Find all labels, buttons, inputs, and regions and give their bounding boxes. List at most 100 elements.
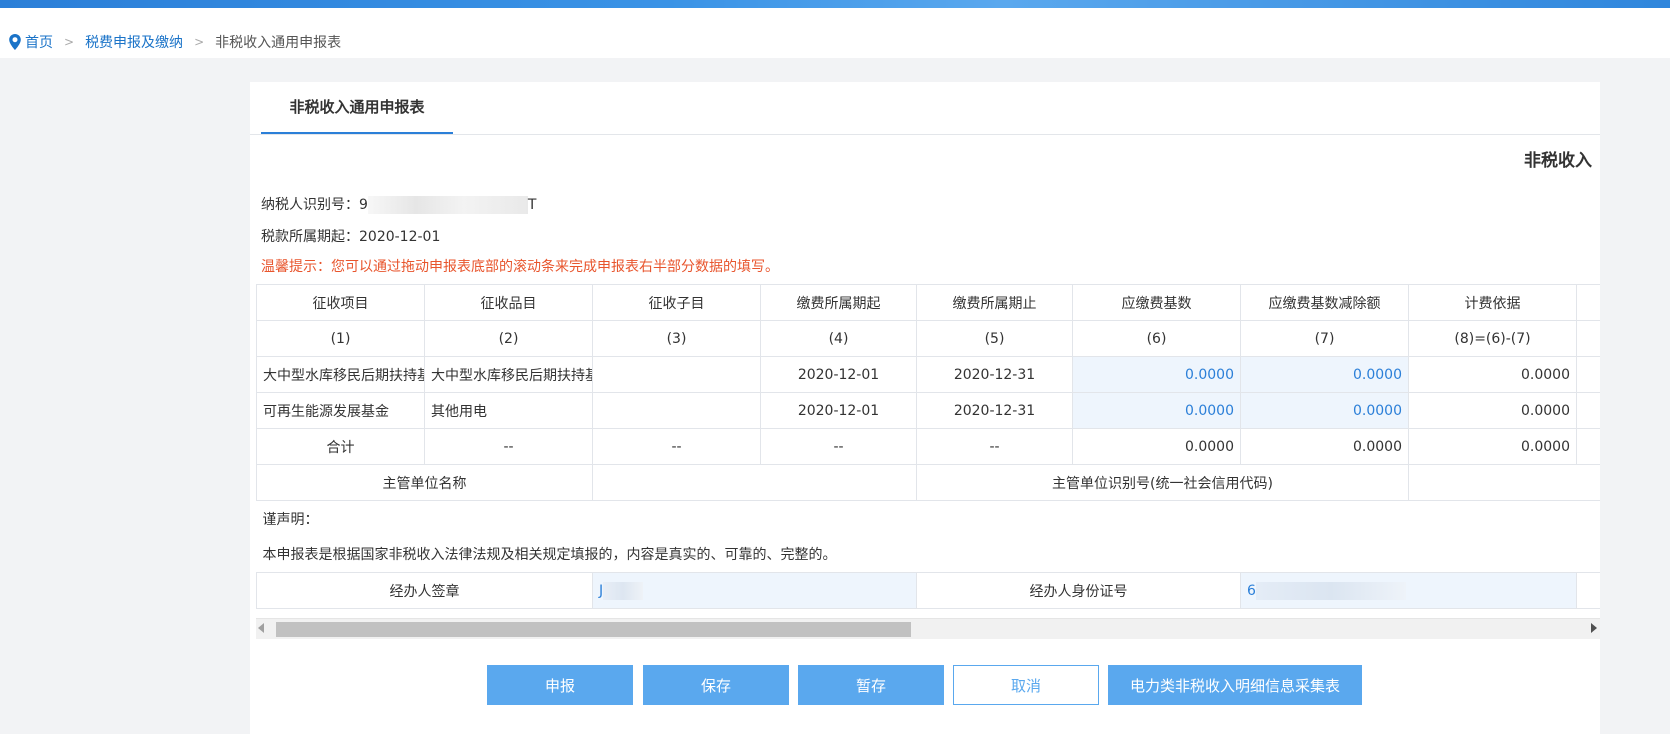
breadcrumb-separator: > bbox=[194, 35, 205, 49]
authority-id-label: 主管单位识别号(统一社会信用代码) bbox=[916, 464, 1409, 501]
levy-subitem-cell bbox=[592, 356, 761, 393]
payable-base-input[interactable]: 0.0000 bbox=[1072, 392, 1241, 429]
declaration-table: 征收项目 征收品目 征收子目 缴费所属期起 缴费所属期止 应缴费基数 应缴费基数… bbox=[256, 284, 1600, 609]
header-cell-overflow bbox=[1576, 284, 1600, 321]
overflow-cell bbox=[1576, 392, 1600, 429]
col-number-cell-overflow bbox=[1576, 320, 1600, 357]
base-deduction-input[interactable]: 0.0000 bbox=[1240, 356, 1409, 393]
agent-sign-input[interactable]: J bbox=[592, 572, 917, 609]
authority-id-value[interactable] bbox=[1408, 464, 1600, 501]
authority-row: 主管单位名称 主管单位识别号(统一社会信用代码) bbox=[256, 464, 1600, 501]
form-panel: 非税收入通用申报表 非税收入 纳税人识别号：9 T 税款所属期起：2020-12-… bbox=[250, 82, 1600, 734]
levy-category-cell: 其他用电 bbox=[424, 392, 593, 429]
col-number-cell: (6) bbox=[1072, 320, 1241, 357]
declaration-text-row: 本申报表是根据国家非税收入法律法规及相关规定填报的，内容是真实的、可靠的、完整的… bbox=[256, 536, 1600, 573]
header-cell: 征收子目 bbox=[592, 284, 761, 321]
total-label-cell: 合计 bbox=[256, 428, 425, 465]
tip-message: 温馨提示：您可以通过拖动申报表底部的滚动条来完成申报表右半部分数据的填写。 bbox=[261, 259, 779, 275]
header-cell: 缴费所属期起 bbox=[760, 284, 917, 321]
total-payable-base: 0.0000 bbox=[1072, 428, 1241, 465]
period-start-cell: 2020-12-01 bbox=[760, 392, 917, 429]
agent-id-prefix: 6 bbox=[1247, 582, 1256, 599]
header-cell: 应缴费基数减除额 bbox=[1240, 284, 1409, 321]
taxpayer-id-row: 纳税人识别号：9 T bbox=[261, 194, 536, 214]
charge-basis-cell: 0.0000 bbox=[1408, 392, 1577, 429]
declaration-title-row: 谨声明： bbox=[257, 501, 1601, 537]
breadcrumb-current: 非税收入通用申报表 bbox=[215, 35, 342, 51]
scroll-left-arrow-icon[interactable] bbox=[258, 623, 264, 633]
agent-sign-label: 经办人签章 bbox=[256, 572, 593, 609]
col-number-cell: (3) bbox=[592, 320, 761, 357]
header-cell: 征收品目 bbox=[424, 284, 593, 321]
overflow-cell bbox=[1576, 572, 1600, 609]
taxpayer-id-label: 纳税人识别号： bbox=[261, 197, 359, 213]
col-number-cell: (1) bbox=[256, 320, 425, 357]
breadcrumb-separator: > bbox=[64, 35, 75, 49]
charge-basis-cell: 0.0000 bbox=[1408, 356, 1577, 393]
top-banner bbox=[0, 0, 1670, 8]
column-number-row: (1) (2) (3) (4) (5) (6) (7) (8)=(6)-(7) bbox=[256, 320, 1600, 357]
header-cell: 应缴费基数 bbox=[1072, 284, 1241, 321]
base-deduction-input[interactable]: 0.0000 bbox=[1240, 392, 1409, 429]
overflow-cell bbox=[1576, 356, 1600, 393]
period-end-cell: 2020-12-31 bbox=[916, 392, 1073, 429]
breadcrumb: 首页 > 税费申报及缴纳 > 非税收入通用申报表 bbox=[8, 32, 341, 52]
taxpayer-id-prefix: 9 bbox=[359, 197, 368, 213]
total-base-deduction: 0.0000 bbox=[1240, 428, 1409, 465]
power-detail-form-button[interactable]: 电力类非税收入明细信息采集表 bbox=[1108, 665, 1362, 705]
col-number-cell: (2) bbox=[424, 320, 593, 357]
total-cell: -- bbox=[592, 428, 761, 465]
col-number-cell: (8)=(6)-(7) bbox=[1408, 320, 1577, 357]
table-row: 大中型水库移民后期扶持基金 大中型水库移民后期扶持基金 2020-12-01 2… bbox=[256, 356, 1600, 393]
location-pin-icon bbox=[9, 34, 21, 50]
levy-subitem-cell bbox=[592, 392, 761, 429]
declaration-table-viewport: 征收项目 征收品目 征收子目 缴费所属期起 缴费所属期止 应缴费基数 应缴费基数… bbox=[256, 284, 1600, 618]
levy-item-cell: 可再生能源发展基金 bbox=[256, 392, 425, 429]
total-cell: -- bbox=[424, 428, 593, 465]
total-cell: -- bbox=[760, 428, 917, 465]
table-row: 可再生能源发展基金 其他用电 2020-12-01 2020-12-31 0.0… bbox=[256, 392, 1600, 429]
scroll-right-arrow-icon[interactable] bbox=[1591, 623, 1597, 633]
agent-id-input[interactable]: 6 bbox=[1240, 572, 1577, 609]
period-end-cell: 2020-12-31 bbox=[916, 356, 1073, 393]
header-cell: 计费依据 bbox=[1408, 284, 1577, 321]
header-cell: 缴费所属期止 bbox=[916, 284, 1073, 321]
cancel-button[interactable]: 取消 bbox=[953, 665, 1099, 705]
declaration-title: 谨声明： bbox=[262, 511, 319, 528]
overflow-cell bbox=[1576, 428, 1600, 465]
period-value: 2020-12-01 bbox=[359, 229, 441, 245]
period-label: 税款所属期起： bbox=[261, 229, 359, 245]
breadcrumb-bar: 首页 > 税费申报及缴纳 > 非税收入通用申报表 bbox=[0, 8, 1670, 58]
col-number-cell: (4) bbox=[760, 320, 917, 357]
agent-id-label: 经办人身份证号 bbox=[916, 572, 1241, 609]
tab-non-tax-form[interactable]: 非税收入通用申报表 bbox=[261, 82, 453, 134]
levy-category-cell: 大中型水库移民后期扶持基金 bbox=[424, 356, 593, 393]
declaration-text: 本申报表是根据国家非税收入法律法规及相关规定填报的，内容是真实的、可靠的、完整的… bbox=[256, 536, 1600, 573]
total-cell: -- bbox=[916, 428, 1073, 465]
breadcrumb-tax-filing-link[interactable]: 税费申报及缴纳 bbox=[85, 32, 183, 52]
redacted-mask bbox=[603, 581, 644, 600]
period-row: 税款所属期起：2020-12-01 bbox=[261, 226, 440, 246]
authority-name-value[interactable] bbox=[592, 464, 917, 501]
payable-base-input[interactable]: 0.0000 bbox=[1072, 356, 1241, 393]
total-charge-basis: 0.0000 bbox=[1408, 428, 1577, 465]
col-number-cell: (5) bbox=[916, 320, 1073, 357]
redacted-mask bbox=[367, 196, 528, 214]
tab-bar: 非税收入通用申报表 bbox=[250, 82, 1600, 135]
horizontal-scrollbar[interactable] bbox=[256, 618, 1600, 639]
breadcrumb-home-link[interactable]: 首页 bbox=[25, 32, 53, 52]
total-row: 合计 -- -- -- -- 0.0000 0.0000 0.0000 bbox=[256, 428, 1600, 465]
submit-button[interactable]: 申报 bbox=[487, 665, 633, 705]
col-number-cell: (7) bbox=[1240, 320, 1409, 357]
header-cell: 征收项目 bbox=[256, 284, 425, 321]
levy-item-cell: 大中型水库移民后期扶持基金 bbox=[256, 356, 425, 393]
temp-save-button[interactable]: 暂存 bbox=[798, 665, 944, 705]
period-start-cell: 2020-12-01 bbox=[760, 356, 917, 393]
form-corner-title: 非税收入 bbox=[1524, 151, 1592, 171]
scroll-thumb[interactable] bbox=[276, 622, 911, 637]
taxpayer-id-suffix: T bbox=[527, 197, 537, 213]
header-row: 征收项目 征收品目 征收子目 缴费所属期起 缴费所属期止 应缴费基数 应缴费基数… bbox=[256, 284, 1600, 321]
save-button[interactable]: 保存 bbox=[643, 665, 789, 705]
authority-name-label: 主管单位名称 bbox=[256, 464, 593, 501]
agent-row: 经办人签章 J 经办人身份证号 6 bbox=[256, 572, 1600, 609]
